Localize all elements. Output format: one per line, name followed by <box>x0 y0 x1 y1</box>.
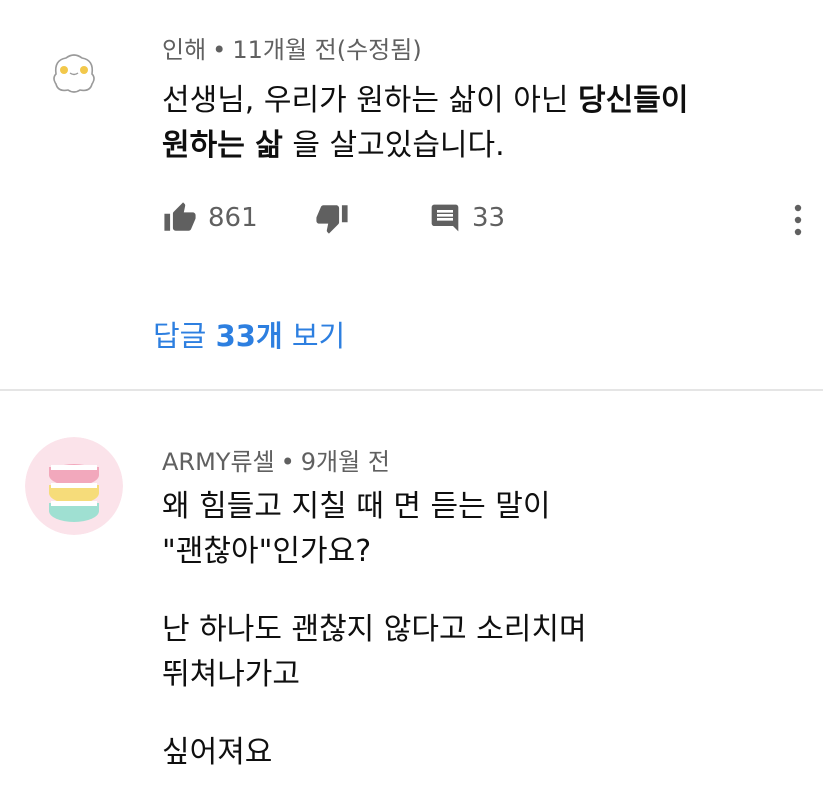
comment-line: 원하는 삶 을 살고있습니다. <box>162 128 505 163</box>
like-count: 861 <box>208 203 258 233</box>
avatar[interactable] <box>42 40 106 104</box>
comment-time: 11개월 전(수정됨) <box>232 36 422 64</box>
avatar[interactable] <box>25 437 123 535</box>
more-options-button[interactable] <box>786 202 810 238</box>
thumbs-down-icon <box>314 201 350 235</box>
separator-dot: • <box>212 36 227 64</box>
reply-button[interactable]: 33 <box>428 196 505 240</box>
comment-1: 인해 • 11개월 전(수정됨) 선생님, 우리가 원하는 삶이 아닌 당신들이 원… <box>0 0 823 390</box>
comment-meta: ARMY류셀 • 9개월 전 <box>162 442 390 477</box>
more-vert-icon <box>786 204 810 242</box>
reply-count: 33 <box>472 203 506 233</box>
comment-time: 9개월 전 <box>300 448 390 476</box>
view-replies-link[interactable]: 답글 33개 보기 <box>153 313 345 355</box>
comment-text: 선생님, 우리가 원하는 삶이 아닌 당신들이 원하는 삶 을 살고있습니다. <box>162 78 792 168</box>
divider <box>0 389 823 391</box>
comment-meta: 인해 • 11개월 전(수정됨) <box>162 30 422 65</box>
comment-line: 선생님, 우리가 원하는 삶이 아닌 당신들이 <box>162 83 689 118</box>
comment-line: 싶어져요 <box>162 735 273 770</box>
comment-line: 난 하나도 괜찮지 않다고 소리치며 <box>162 612 587 647</box>
comment-line: 뛰쳐나가고 <box>162 657 300 692</box>
separator-dot: • <box>280 448 295 476</box>
author-name[interactable]: ARMY류셀 <box>162 448 275 476</box>
comment-text: 왜 힘들고 지칠 때 면 듣는 말이 "괜찮아"인가요? 난 하나도 괜찮지 않… <box>162 484 792 775</box>
like-button[interactable]: 861 <box>162 196 258 240</box>
comment-line: 왜 힘들고 지칠 때 면 듣는 말이 <box>162 489 551 524</box>
dislike-button[interactable] <box>314 196 350 240</box>
comment-icon <box>428 202 462 234</box>
thumbs-up-icon <box>162 201 198 235</box>
comment-line: "괜찮아"인가요? <box>162 534 372 569</box>
author-name[interactable]: 인해 <box>162 36 206 64</box>
